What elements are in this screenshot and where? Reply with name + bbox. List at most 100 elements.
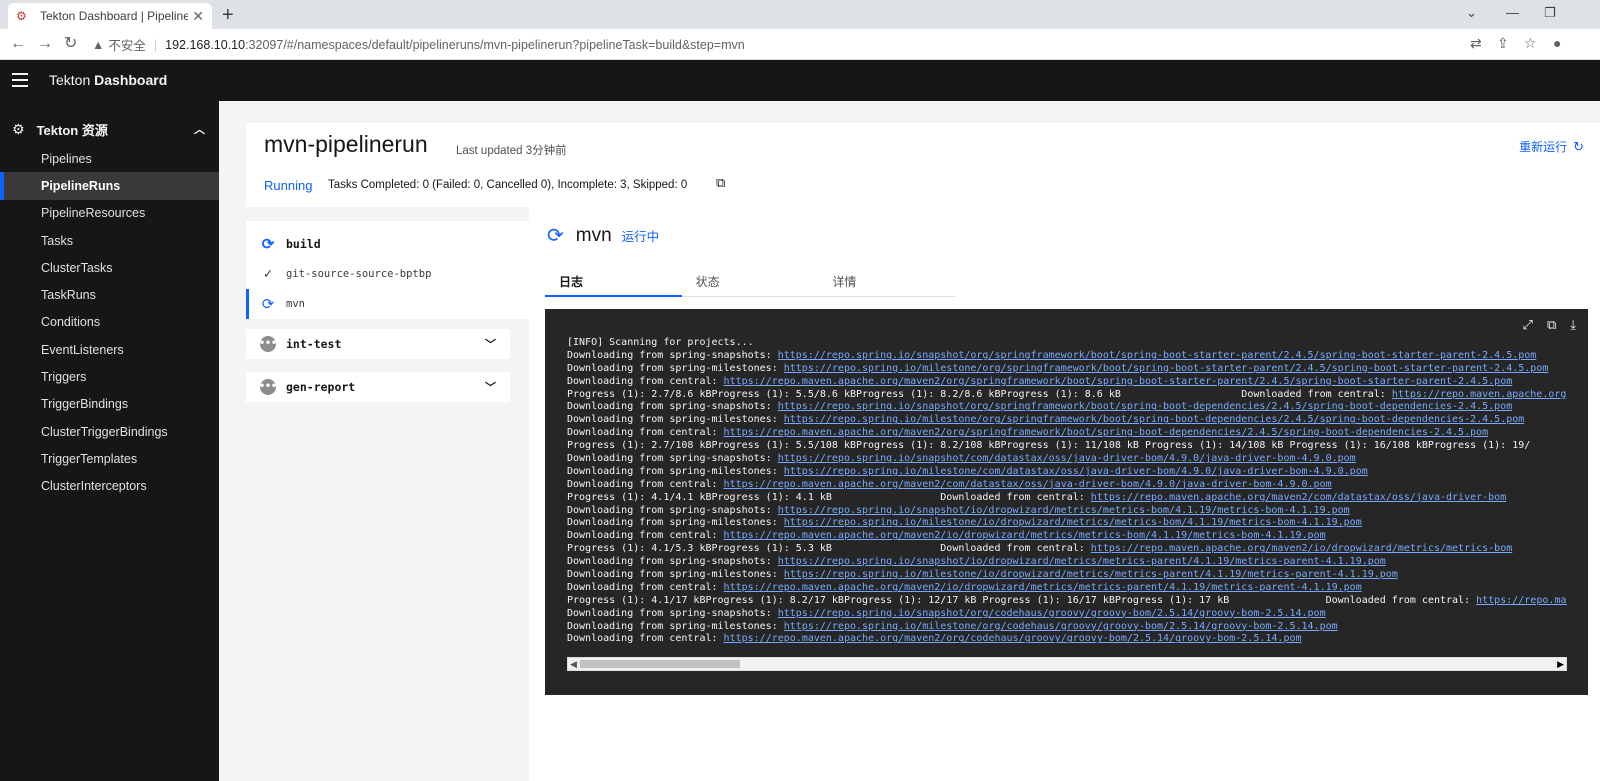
maximize-icon[interactable]: ⤢ xyxy=(1523,317,1533,333)
log-link[interactable]: https://repo.maven.apache.org/maven2/io/… xyxy=(724,530,1326,541)
pending-icon: ••• xyxy=(259,379,277,395)
log-line: Downloading from spring-milestones: http… xyxy=(567,517,1567,530)
scroll-right-icon[interactable]: ▶ xyxy=(1557,658,1564,670)
log-text: [INFO] Scanning for projects... xyxy=(567,337,754,348)
log-link[interactable]: https://repo.spring.io/snapshot/io/dropw… xyxy=(778,505,1350,516)
translate-icon[interactable]: ⇄ xyxy=(1470,35,1482,52)
tab-status[interactable]: 状态 xyxy=(681,267,819,297)
log-link[interactable]: https://repo.spring.io/milestone/io/drop… xyxy=(784,517,1362,528)
share-icon[interactable]: ⇪ xyxy=(1497,35,1509,52)
log-link[interactable]: https://repo.spring.io/snapshot/org/code… xyxy=(778,608,1326,619)
app-header: Tekton Dashboard xyxy=(0,60,1600,101)
tab-search-icon[interactable]: ⌄ xyxy=(1466,3,1477,23)
log-text: Downloading from spring-snapshots: xyxy=(567,504,778,516)
url-separator: | xyxy=(153,37,158,52)
log-link[interactable]: https://repo.spring.io/milestone/com/dat… xyxy=(784,466,1368,477)
minimize-icon[interactable]: — xyxy=(1506,3,1519,23)
log-text: Progress (1): 4.1/4.1 kBProgress (1): 4.… xyxy=(567,491,1091,503)
sidebar-item-clusterinterceptors[interactable]: ClusterInterceptors xyxy=(0,473,219,500)
back-arrow-icon[interactable]: ← xyxy=(10,34,26,54)
task-gen-report[interactable]: ••• gen-report ﹀ xyxy=(246,372,510,402)
log-link[interactable]: https://repo.spring.io/milestone/org/cod… xyxy=(784,621,1338,632)
log-link[interactable]: https://repo.spring.io/milestone/org/spr… xyxy=(784,414,1525,425)
log-link[interactable]: https://repo.maven.apache.org/maven2/org… xyxy=(724,633,1302,644)
task-build[interactable]: ⟳ build xyxy=(246,229,529,259)
log-toolbar: ⤢ ⧉ ⤓ xyxy=(1523,317,1576,333)
log-link[interactable]: https://repo.maven.apache.org/maven2/io/… xyxy=(724,582,1362,593)
log-link[interactable]: https://repo.spring.io/milestone/io/drop… xyxy=(784,569,1398,580)
copy-icon[interactable]: ⧉ xyxy=(716,175,725,191)
profile-icon[interactable]: ● xyxy=(1553,35,1561,51)
new-tab-icon[interactable]: + xyxy=(222,3,234,27)
log-line: Downloading from spring-snapshots: https… xyxy=(567,556,1567,569)
log-link[interactable]: https://repo.spring.io/snapshot/org/spri… xyxy=(778,350,1537,361)
reload-icon[interactable]: ↻ xyxy=(64,34,77,54)
log-text: Downloading from central: xyxy=(567,633,724,645)
log-link[interactable]: https://repo.spring.io/milestone/org/spr… xyxy=(784,363,1549,374)
sidebar-item-conditions[interactable]: Conditions xyxy=(0,309,219,336)
sidebar-item-clustertriggerbindings[interactable]: ClusterTriggerBindings xyxy=(0,418,219,445)
download-icon[interactable]: ⤓ xyxy=(1570,317,1576,333)
sidebar-item-triggers[interactable]: Triggers xyxy=(0,363,219,390)
sidebar-item-pipelineresources[interactable]: PipelineResources xyxy=(0,200,219,227)
main-content: mvn-pipelinerun Last updated 3分钟前 重新运行 ↻… xyxy=(219,101,1600,781)
task-name: int-test xyxy=(286,337,342,351)
sidebar-item-clustertasks[interactable]: ClusterTasks xyxy=(0,254,219,281)
bookmark-star-icon[interactable]: ☆ xyxy=(1524,35,1537,52)
task-int-test[interactable]: ••• int-test ﹀ xyxy=(246,329,510,359)
step-status: 运行中 xyxy=(621,230,660,244)
log-link[interactable]: https://repo.maven.apache.org/maven2/org… xyxy=(724,376,1513,387)
open-external-icon[interactable]: ⧉ xyxy=(1547,317,1556,333)
log-text: Downloading from spring-milestones: xyxy=(567,465,784,477)
sidebar-item-triggerbindings[interactable]: TriggerBindings xyxy=(0,391,219,418)
step-mvn[interactable]: ⟳ mvn xyxy=(246,289,529,319)
log-text: Downloading from spring-snapshots: xyxy=(567,349,778,361)
step-name: mvn xyxy=(286,298,305,310)
log-link[interactable]: https://repo.spring.io/snapshot/com/data… xyxy=(778,453,1356,464)
log-link[interactable]: https://repo.maven.apache.org/maven2/io/… xyxy=(1091,543,1512,554)
log-link[interactable]: https://repo.maven.apache.org/maven2/com… xyxy=(1091,492,1506,503)
scroll-left-icon[interactable]: ◀ xyxy=(570,658,577,670)
tab-logs[interactable]: 日志 xyxy=(545,267,682,297)
horizontal-scrollbar[interactable]: ◀ ▶ xyxy=(567,657,1567,671)
log-line: Downloading from spring-milestones: http… xyxy=(567,466,1567,479)
log-line: Progress (1): 2.7/8.6 kBProgress (1): 5.… xyxy=(567,389,1567,402)
menu-icon[interactable] xyxy=(12,71,28,89)
log-line: Downloading from spring-milestones: http… xyxy=(567,569,1567,582)
log-link[interactable]: https://repo.spring.io/snapshot/org/spri… xyxy=(778,401,1513,412)
sidebar-list: Pipelines PipelineRuns PipelineResources… xyxy=(0,145,219,500)
url-path: :32097/#/namespaces/default/pipelineruns… xyxy=(245,37,745,52)
step-tabs: 日志 状态 详情 xyxy=(545,267,956,297)
close-tab-icon[interactable]: ✕ xyxy=(192,8,204,25)
sidebar-item-tasks[interactable]: Tasks xyxy=(0,227,219,254)
log-line: Downloading from central: https://repo.m… xyxy=(567,427,1567,440)
app-name[interactable]: Tekton Dashboard xyxy=(49,72,167,88)
task-name: gen-report xyxy=(286,380,356,394)
rerun-button[interactable]: 重新运行 ↻ xyxy=(1519,138,1584,155)
scrollbar-thumb[interactable] xyxy=(580,660,740,668)
sidebar-item-taskruns[interactable]: TaskRuns xyxy=(0,281,219,308)
log-link[interactable]: https://repo.maven.apache.org/maven2/org… xyxy=(724,427,1489,438)
sidebar-item-pipelines[interactable]: Pipelines xyxy=(0,145,219,172)
tekton-favicon-icon: ⚙ xyxy=(16,9,27,23)
log-link[interactable]: https://repo.maven.apache.org/maven2/com… xyxy=(724,479,1332,490)
forward-arrow-icon[interactable]: → xyxy=(37,34,53,54)
log-text: Downloading from central: xyxy=(567,530,724,542)
last-updated: Last updated 3分钟前 xyxy=(456,145,567,157)
log-text: Downloading from central: xyxy=(567,478,724,490)
log-text: Downloading from spring-snapshots: xyxy=(567,453,778,465)
sidebar-item-triggertemplates[interactable]: TriggerTemplates xyxy=(0,445,219,472)
log-link[interactable]: https://repo.spring.io/snapshot/io/dropw… xyxy=(778,556,1386,567)
browser-tab[interactable]: ⚙ Tekton Dashboard | PipelineRu ✕ xyxy=(8,3,212,29)
log-link[interactable]: https://repo.maven.apache.org xyxy=(1476,595,1567,606)
url-field[interactable]: ▲ 不安全 | 192.168.10.10:32097/#/namespaces… xyxy=(92,33,1577,56)
log-line: Downloading from spring-snapshots: https… xyxy=(567,608,1567,621)
sidebar-item-eventlisteners[interactable]: EventListeners xyxy=(0,336,219,363)
step-git-source[interactable]: ✓ git-source-source-bptbp xyxy=(246,259,529,289)
sidebar-item-pipelineruns[interactable]: PipelineRuns xyxy=(0,172,219,200)
tab-details[interactable]: 详情 xyxy=(818,267,956,297)
log-link[interactable]: https://repo.maven.apache.org xyxy=(1392,389,1567,400)
restore-icon[interactable]: ❐ xyxy=(1544,3,1556,23)
chevron-up-icon: ︿ xyxy=(194,124,205,136)
sidebar-group-tekton-resources[interactable]: ⚙ Tekton 资源 ︿ xyxy=(0,113,219,145)
